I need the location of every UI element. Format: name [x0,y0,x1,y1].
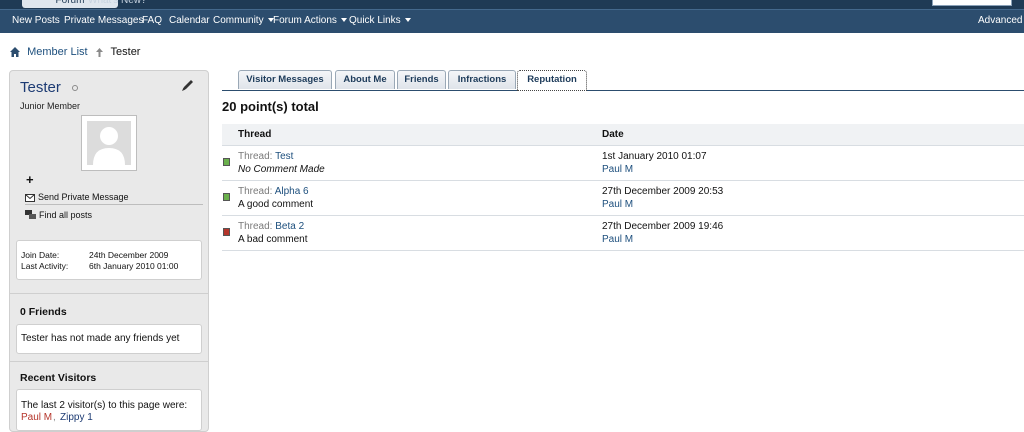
tab-reputation[interactable]: Reputation [517,70,587,91]
table-header: Thread Date [222,124,1024,146]
breadcrumb-member-list[interactable]: Member List [27,46,88,58]
divider [10,361,208,362]
nav-quick-links-label: Quick Links [349,15,401,26]
top-tab-bar: Forum What's New? [0,0,1024,9]
nav-private-messages[interactable]: Private Messages [64,10,143,32]
find-all-posts-label: Find all posts [39,210,93,220]
profile-sidebar: Tester Junior Member + Send Private Mess… [9,70,209,432]
positive-reputation-icon [223,193,230,201]
divider [10,293,208,294]
nav-forum-actions-label: Forum Actions [273,15,337,26]
avatar [81,115,137,171]
visitor-link[interactable]: Paul M [21,412,52,423]
breadcrumb-current: Tester [110,46,141,58]
thread-link[interactable]: Beta 2 [275,221,304,232]
column-header-date: Date [602,129,624,140]
chevron-down-icon [404,18,411,23]
offline-status-icon [72,85,78,91]
tab-visitor-messages[interactable]: Visitor Messages [238,70,332,89]
nav-calendar[interactable]: Calendar [169,10,210,32]
send-private-message-link[interactable]: Send Private Message [25,192,129,202]
last-activity-label: Last Activity: [21,261,69,271]
navbar: New Posts Private Messages FAQ Calendar … [0,9,1024,33]
envelope-icon [25,194,35,202]
thread-cell: Thread: Alpha 6 [238,186,309,197]
add-contact-button[interactable]: + [26,172,34,187]
table-row: Thread: Alpha 6 A good comment 27th Dece… [222,181,1024,216]
nav-new-posts[interactable]: New Posts [12,10,60,32]
recent-visitors-text: The last 2 visitor(s) to this page were: [21,400,188,411]
nav-community-label: Community [213,15,264,26]
join-date-value: 24th December 2009 [89,250,169,260]
table-row: Thread: Beta 2 A bad comment 27th Decemb… [222,216,1024,251]
reputation-giver-link[interactable]: Paul M [602,164,633,175]
positive-reputation-icon [223,158,230,166]
reputation-giver-link[interactable]: Paul M [602,199,633,210]
user-title: Junior Member [20,101,81,111]
home-icon[interactable] [10,46,20,58]
thread-prefix: Thread: [238,221,273,232]
posts-icon [25,210,36,219]
join-date-label: Join Date: [21,250,60,260]
breadcrumb-separator-icon [95,46,103,58]
thread-link[interactable]: Test [275,151,293,162]
pencil-icon[interactable] [181,78,195,95]
thread-prefix: Thread: [238,151,273,162]
tab-whats-new[interactable]: What's New? [80,0,168,8]
reputation-total: 20 point(s) total [222,99,319,114]
reputation-comment: No Comment Made [238,164,325,175]
thread-link[interactable]: Alpha 6 [275,186,309,197]
reputation-comment: A bad comment [238,234,308,245]
thread-cell: Thread: Test [238,151,293,162]
last-activity-value: 6th January 2010 01:00 [89,261,179,271]
tab-friends[interactable]: Friends [397,70,446,89]
nav-advanced-search[interactable]: Advanced S [978,10,1024,32]
thread-prefix: Thread: [238,186,273,197]
friends-box: Tester has not made any friends yet [16,324,202,354]
recent-visitors-heading: Recent Visitors [20,372,97,384]
tab-infractions[interactable]: Infractions [448,70,516,89]
nav-faq[interactable]: FAQ [142,10,162,32]
friends-empty-text: Tester has not made any friends yet [21,333,180,344]
divider [25,204,203,205]
nav-forum-actions[interactable]: Forum Actions [273,10,347,32]
nav-quick-links[interactable]: Quick Links [349,10,411,32]
reputation-giver-link[interactable]: Paul M [602,234,633,245]
recent-visitors-box: The last 2 visitor(s) to this page were:… [16,389,202,431]
reputation-date: 27th December 2009 20:53 [602,186,724,197]
search-input[interactable] [932,0,1012,6]
visitor-separator: , [53,412,56,423]
visitor-link[interactable]: Zippy 1 [60,412,93,423]
tab-about-me[interactable]: About Me [335,70,395,89]
chevron-down-icon [340,18,347,23]
profile-stats-box: Join Date: 24th December 2009 Last Activ… [16,240,202,280]
friends-heading: 0 Friends [20,306,67,318]
find-all-posts-link[interactable]: Find all posts [25,210,92,220]
nav-community[interactable]: Community [213,10,274,32]
table-row: Thread: Test No Comment Made 1st January… [222,146,1024,181]
column-header-thread: Thread [238,129,272,140]
send-private-message-label: Send Private Message [38,192,129,202]
negative-reputation-icon [223,228,230,236]
reputation-comment: A good comment [238,199,314,210]
reputation-date: 27th December 2009 19:46 [602,221,724,232]
reputation-date: 1st January 2010 01:07 [602,151,707,162]
thread-cell: Thread: Beta 2 [238,221,304,232]
profile-username: Tester [20,79,61,96]
breadcrumb: Member List Tester [10,45,140,59]
profile-tabs: Visitor Messages About Me Friends Infrac… [222,70,1024,91]
